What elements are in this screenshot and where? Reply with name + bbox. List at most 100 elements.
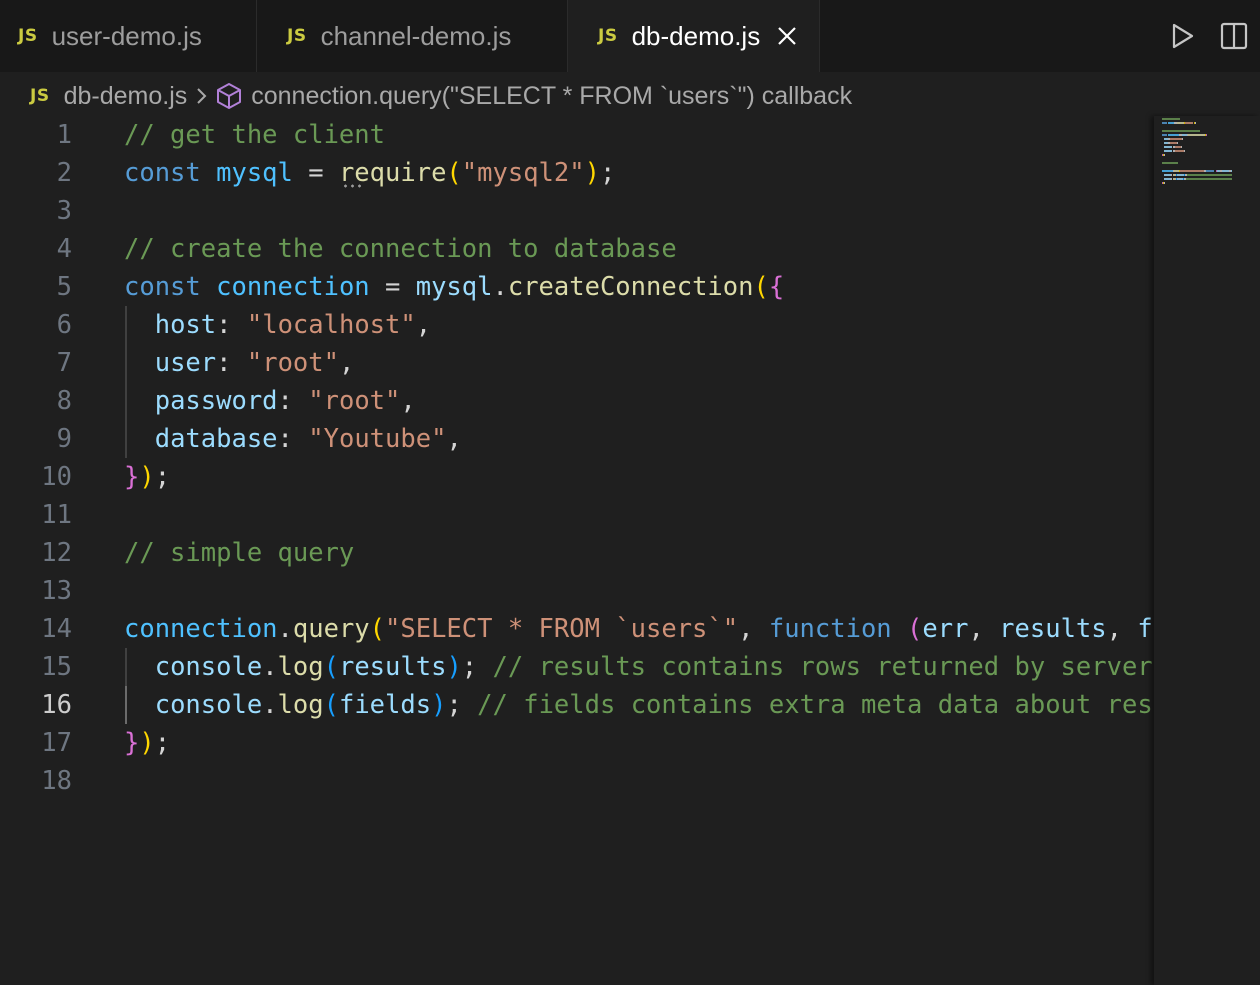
code-line[interactable]: 5 const connection = mysql.createConnecti… xyxy=(0,268,1154,306)
code-token: , xyxy=(415,310,432,340)
minimap-token xyxy=(1176,174,1185,176)
code-token: createConnection xyxy=(507,272,754,302)
code-token: "mysql2" xyxy=(461,158,585,188)
code-line[interactable]: 4 // create the connection to database xyxy=(0,230,1154,268)
tab-db-demo[interactable]: JS db-demo.js xyxy=(568,0,820,72)
code-line[interactable]: 7 user: "root", xyxy=(0,344,1154,382)
tab-channel-demo[interactable]: JS channel-demo.js xyxy=(257,0,568,72)
breadcrumb-symbol[interactable]: connection.query("SELECT * FROM `users`"… xyxy=(251,82,852,111)
minimap-token xyxy=(1221,170,1230,172)
code-text: // simple query xyxy=(124,534,1154,572)
line-number: 16 xyxy=(41,690,72,720)
code-token: console xyxy=(154,652,263,682)
tab-label: db-demo.js xyxy=(631,20,761,51)
code-token: ; xyxy=(461,652,493,682)
minimap-token xyxy=(1164,146,1173,148)
code-line[interactable]: 2 const mysql = require("mysql2"); xyxy=(0,154,1154,192)
code-token: } xyxy=(124,462,140,492)
editor-tab-bar: JS user-demo.js JS channel-demo.js JS db… xyxy=(0,0,1260,72)
code-line[interactable]: 9 database: "Youtube", xyxy=(0,420,1154,458)
minimap-token xyxy=(1162,170,1173,172)
code-line[interactable]: 11 xyxy=(0,496,1154,534)
line-number: 5 xyxy=(56,272,72,302)
code-token: . xyxy=(277,614,293,644)
code-token: f xyxy=(1137,614,1153,644)
suggestion-dots[interactable] xyxy=(342,184,364,188)
code-text: database: "Youtube", xyxy=(124,420,1154,458)
code-line[interactable]: 14 connection.query("SELECT * FROM `users… xyxy=(0,610,1154,648)
code-token: ) xyxy=(139,728,155,758)
code-line[interactable]: 1 // get the client xyxy=(0,116,1154,154)
line-number: 12 xyxy=(41,538,72,568)
code-token: results xyxy=(338,652,447,682)
line-number: 14 xyxy=(41,614,72,644)
split-editor-icon[interactable] xyxy=(1220,22,1248,50)
code-token: query xyxy=(292,614,370,644)
code-line[interactable]: 18 xyxy=(0,762,1154,800)
minimap[interactable] xyxy=(1154,116,1260,985)
code-token: ( xyxy=(323,690,339,720)
code-token: // simple query xyxy=(124,538,355,568)
code-text: // create the connection to database xyxy=(124,230,1154,268)
code-text: const mysql = require("mysql2"); xyxy=(124,154,1154,192)
code-text: }); xyxy=(124,724,1154,762)
minimap-token xyxy=(1176,142,1178,144)
code-token: ) xyxy=(584,158,600,188)
code-token: function xyxy=(768,614,892,644)
minimap-token xyxy=(1206,170,1215,172)
code-line[interactable]: 8 password: "root", xyxy=(0,382,1154,420)
code-token: err xyxy=(922,614,969,644)
close-icon[interactable] xyxy=(776,25,798,47)
javascript-file-icon: JS xyxy=(18,26,38,46)
code-line[interactable]: 15 console.log(results); // results cont… xyxy=(0,648,1154,686)
line-number: 15 xyxy=(41,652,72,682)
code-line[interactable]: 13 xyxy=(0,572,1154,610)
code-line[interactable]: 3 xyxy=(0,192,1154,230)
code-token: : xyxy=(216,348,247,378)
javascript-file-icon: JS xyxy=(598,26,618,46)
code-token: "root" xyxy=(308,386,401,416)
code-token: "localhost" xyxy=(246,310,416,340)
code-token: : xyxy=(216,310,247,340)
code-line[interactable]: 6 host: "localhost", xyxy=(0,306,1154,344)
code-text: connection.query("SELECT * FROM `users`"… xyxy=(124,610,1154,648)
minimap-token xyxy=(1179,170,1204,172)
line-number: 2 xyxy=(56,158,72,188)
code-text: console.log(fields); // fields contains … xyxy=(124,686,1154,724)
code-token: console xyxy=(154,690,263,720)
code-line[interactable]: 17}); xyxy=(0,724,1154,762)
breadcrumb-file[interactable]: db-demo.js xyxy=(64,82,188,111)
code-token: ) xyxy=(446,652,462,682)
code-token: ( xyxy=(753,272,769,302)
code-line[interactable]: 10}); xyxy=(0,458,1154,496)
line-number: 17 xyxy=(41,728,72,758)
code-editor[interactable]: 1 // get the client 2 const mysql = require… xyxy=(0,116,1154,985)
minimap-token xyxy=(1188,134,1206,136)
tab-label: user-demo.js xyxy=(51,20,202,51)
code-line[interactable]: 16 console.log(fields); // fields contai… xyxy=(0,686,1154,724)
breadcrumb: JS db-demo.js connection.query("SELECT *… xyxy=(30,76,852,116)
line-number: 11 xyxy=(41,500,72,530)
code-token: results xyxy=(999,614,1107,644)
code-token: ; xyxy=(446,690,478,720)
indent-guide xyxy=(125,648,127,686)
code-token: // get the client xyxy=(124,120,385,150)
code-token: ; xyxy=(154,728,171,758)
minimap-token xyxy=(1164,178,1172,180)
play-icon[interactable] xyxy=(1170,22,1196,50)
line-number: 18 xyxy=(41,766,72,796)
tab-label: channel-demo.js xyxy=(320,20,512,51)
code-token: database xyxy=(154,424,278,454)
minimap-token xyxy=(1174,150,1185,152)
code-line[interactable]: 12 // simple query xyxy=(0,534,1154,572)
minimap-token xyxy=(1164,182,1166,184)
code-token: "root" xyxy=(246,348,339,378)
code-token: ( xyxy=(323,652,339,682)
tab-user-demo[interactable]: JS user-demo.js xyxy=(0,0,257,72)
code-token: : xyxy=(277,424,309,454)
